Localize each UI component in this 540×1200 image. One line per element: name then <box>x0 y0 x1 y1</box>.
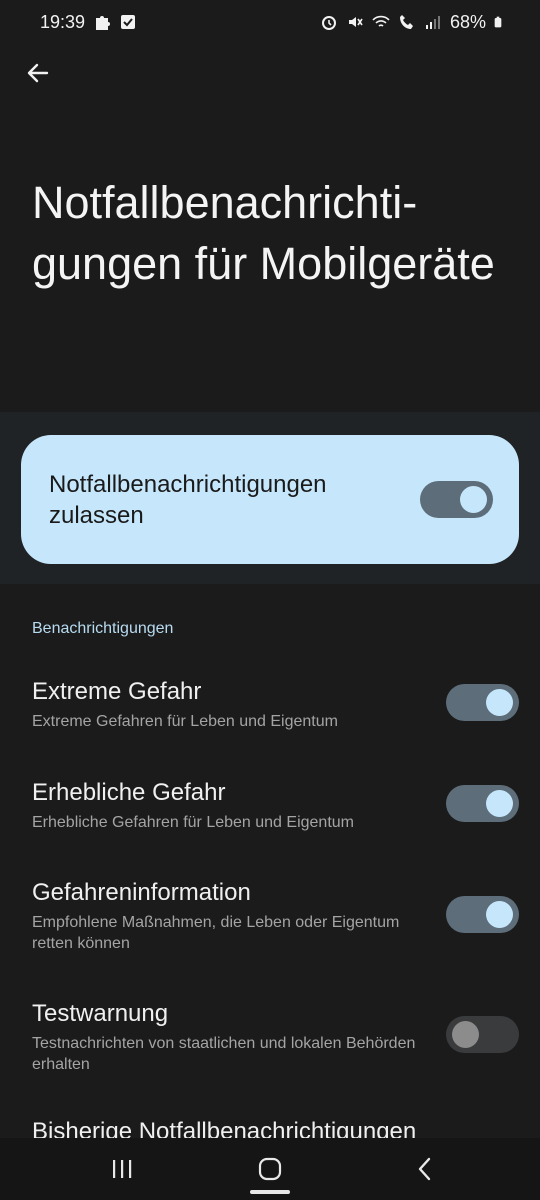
mute-icon <box>348 17 363 27</box>
pref-title: Extreme Gefahr <box>32 678 202 705</box>
home-icon <box>258 1157 282 1181</box>
pref-summary: Empfohlene Maßnahmen, die Leben oder Eig… <box>32 914 400 952</box>
public-safety-toggle[interactable] <box>446 896 519 933</box>
pref-title: Gefahreninformation <box>32 879 251 906</box>
pref-public-safety[interactable]: Gefahreninformation Empfohlene Maßnahmen… <box>32 878 519 954</box>
signal-icon <box>425 16 440 29</box>
alarm-icon <box>321 16 336 30</box>
call-icon <box>399 15 413 29</box>
toggle-knob <box>486 689 513 716</box>
puzzle-icon <box>96 16 111 30</box>
pref-summary: Testnachrichten von staatlichen und loka… <box>32 1035 416 1073</box>
status-bar: 19:39 68% <box>0 0 540 44</box>
toggle-knob <box>460 486 487 513</box>
battery-icon <box>494 16 502 28</box>
test-alerts-toggle[interactable] <box>446 1016 519 1053</box>
pref-title: Erhebliche Gefahr <box>32 779 226 806</box>
section-header: Benachrichtigungen <box>32 620 174 637</box>
status-time: 19:39 <box>40 11 86 32</box>
toggle-knob <box>452 1021 479 1048</box>
pref-summary: Erhebliche Gefahren für Leben und Eigent… <box>32 814 354 831</box>
pref-summary: Extreme Gefahren für Leben und Eigentum <box>32 713 338 730</box>
extreme-threat-toggle[interactable] <box>446 684 519 721</box>
pref-severe-threat[interactable]: Erhebliche Gefahr Erhebliche Gefahren fü… <box>32 778 519 833</box>
gesture-handle <box>250 1190 290 1194</box>
check-box-icon <box>121 15 136 29</box>
chevron-left-icon <box>418 1157 431 1181</box>
back-button[interactable] <box>20 55 56 91</box>
battery-percentage: 68% <box>449 11 486 32</box>
recent-apps-icon <box>113 1160 132 1178</box>
toggle-knob <box>486 901 513 928</box>
severe-threat-toggle[interactable] <box>446 785 519 822</box>
arrow-back-icon <box>27 63 49 83</box>
alert-history-item[interactable]: Bisherige Notfallbenachrichtigungen <box>32 1118 416 1140</box>
master-switch-card[interactable]: Notfallbenachrichtigungen zulassen <box>21 435 519 564</box>
toggle-knob <box>486 790 513 817</box>
pref-extreme-threat[interactable]: Extreme Gefahr Extreme Gefahren für Lebe… <box>32 677 519 732</box>
master-switch-label: Notfallbenachrichtigungen zulassen <box>49 470 327 529</box>
pref-test-alerts[interactable]: Testwarnung Testnachrichten von staatlic… <box>32 999 519 1075</box>
nav-back-button[interactable] <box>385 1138 465 1200</box>
master-switch-toggle[interactable] <box>420 481 493 518</box>
recent-apps-button[interactable] <box>82 1138 162 1200</box>
pref-title: Testwarnung <box>32 1000 169 1027</box>
page-title: Notfallbenachrichti-gungen für Mobilgerä… <box>32 177 495 289</box>
wifi-call-icon <box>372 15 390 27</box>
